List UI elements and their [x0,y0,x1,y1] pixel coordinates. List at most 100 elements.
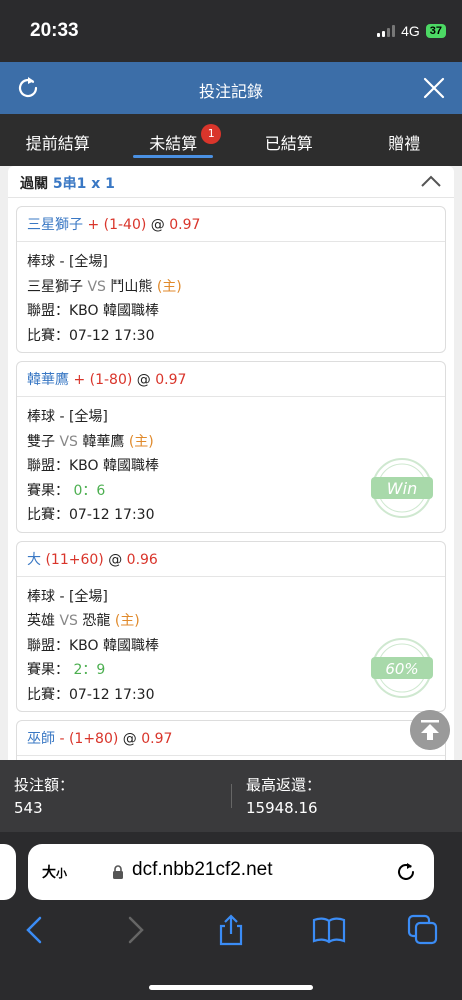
tab-label: 未結算 [149,134,198,153]
sport-type: 棒球 - [全場] [27,409,108,425]
team-a: 英雄 [27,613,55,629]
selection-odds: 0.97 [155,372,187,388]
max-return-block: 最高返還： 15948.16 [246,774,321,820]
tab-label: 提前結算 [25,134,90,153]
league: 聯盟：KBO 韓國職棒 [27,303,160,319]
status-bar: 20:33 4G 37 [0,0,462,62]
tab-bar: 提前結算 未結算 1 已結算 贈禮 [0,114,462,166]
max-return-value: 15948.16 [246,799,318,817]
network-type: 4G [401,23,420,39]
forward-icon[interactable] [117,912,153,948]
battery-icon: 37 [425,24,446,38]
selection-odds: 0.97 [169,217,201,233]
home-marker: (主) [156,278,182,295]
selection-odds: 0.96 [126,551,158,568]
bet-card: 三星獅子 + (1-40) @ 0.97 棒球 - [全場] 三星獅子 VS 鬥… [16,206,446,353]
close-icon[interactable] [420,74,448,102]
selection-handicap: - (1+80) [59,731,119,747]
selection-team: 韓華鷹 [27,372,69,388]
share-icon[interactable] [213,912,249,948]
back-icon[interactable] [17,912,53,948]
bet-summary-footer: 投注額： 543 最高返還： 15948.16 [0,760,462,832]
bet-card: 大 (11+60) @ 0.96 棒球 - [全場] 英雄 VS 恐龍 (主) … [16,540,446,712]
vs-label: VS [59,433,78,450]
chevron-up-icon[interactable] [420,172,442,190]
tab-label: 贈禮 [388,134,421,153]
bookmarks-icon[interactable] [311,912,347,948]
parlay-count: 5串1 x 1 [52,176,115,192]
unsettled-count-badge: 1 [201,124,222,144]
tabs-icon[interactable] [405,912,441,948]
at-symbol: @ [150,217,165,233]
at-symbol: @ [108,551,123,568]
result-score: 0：6 [73,482,106,499]
signal-icon [377,25,396,37]
selection-odds: 0.97 [141,731,173,747]
tab-gifts[interactable]: 贈禮 [347,114,462,166]
home-marker: (主) [114,613,140,629]
selection-team: 巫師 [27,731,55,747]
selection-handicap: (11+60) [45,551,104,568]
result-label: 賽果： [27,662,69,678]
matchup: 英雄 VS 恐龍 (主) [27,609,435,634]
selection-handicap: + (1-40) [87,217,147,233]
browser-nav [0,908,462,958]
page-header: 投注記錄 [0,62,462,114]
tab-settled[interactable]: 已結算 [231,114,347,166]
result-score: 2：9 [73,662,106,678]
parlay-summary[interactable]: 過關 5串1 x 1 [8,166,454,198]
url-text: dcf.nbb21cf2.net [132,859,273,880]
percent-stamp-icon: 60% [371,637,433,698]
stamp-text: Win [387,479,417,498]
address-bar[interactable]: 大小 dcf.nbb21cf2.net [28,844,434,900]
stake-block: 投注額： 543 [14,774,74,820]
status-time: 20:33 [30,20,79,41]
vs-label: VS [87,278,106,295]
matchup: 三星獅子 VS 鬥山熊 (主) [27,275,435,300]
bet-selection: 巫師 - (1+80) @ 0.97 [17,721,445,756]
scroll-top-icon[interactable] [410,710,450,750]
reload-icon[interactable] [394,860,418,884]
result-label: 賽果： [27,482,69,499]
bet-details: 棒球 - [全場] 三星獅子 VS 鬥山熊 (主) 聯盟：KBO 韓國職棒 比賽… [17,242,445,352]
bet-card: 巫師 - (1+80) @ 0.97 [16,720,446,760]
vs-label: VS [59,613,78,629]
text-size-button[interactable]: 大小 [42,862,67,882]
team-b: 恐龍 [82,613,111,629]
selection-handicap: + (1-80) [73,372,133,388]
team-b: 韓華鷹 [82,433,125,450]
at-symbol: @ [136,372,151,388]
parlay-label: 過關 [20,176,48,192]
home-marker: (主) [128,433,154,450]
bet-card: 韓華鷹 + (1-80) @ 0.97 棒球 - [全場] 雙子 VS 韓華鷹 … [16,361,446,533]
previous-tab-preview[interactable] [0,844,16,900]
text-size-large: 大 [42,865,56,881]
stamp-text: 60% [385,660,418,678]
lock-icon [113,865,123,879]
bet-selection: 大 (11+60) @ 0.96 [17,542,445,577]
win-stamp-icon: Win [371,458,433,518]
sport-type: 棒球 - [全場] [27,588,108,605]
match-time: 比賽：07-12 17:30 [27,327,155,344]
bet-selection: 韓華鷹 + (1-80) @ 0.97 [17,362,445,397]
stake-label: 投注額： [14,776,75,794]
tab-unsettled[interactable]: 未結算 1 [116,114,232,166]
at-symbol: @ [122,731,137,747]
team-a: 雙子 [27,433,55,450]
browser-toolbar: 大小 dcf.nbb21cf2.net [0,832,462,1000]
footer-divider [231,784,232,808]
home-indicator [149,985,313,990]
team-b: 鬥山熊 [110,278,153,295]
team-a: 三星獅子 [27,278,83,295]
sport-type: 棒球 - [全場] [27,254,108,270]
status-indicators: 4G 37 [377,23,446,39]
bet-list[interactable]: 過關 5串1 x 1 三星獅子 + (1-40) @ 0.97 棒球 - [全場… [8,166,454,760]
bet-selection: 三星獅子 + (1-40) @ 0.97 [17,207,445,242]
tab-early-settle[interactable]: 提前結算 [0,114,116,166]
max-return-label: 最高返還： [246,776,322,794]
stake-value: 543 [14,799,43,817]
selection-team: 三星獅子 [27,217,83,233]
tab-label: 已結算 [264,134,313,153]
selection-team: 大 [27,551,41,568]
page-title: 投注記錄 [198,82,263,101]
